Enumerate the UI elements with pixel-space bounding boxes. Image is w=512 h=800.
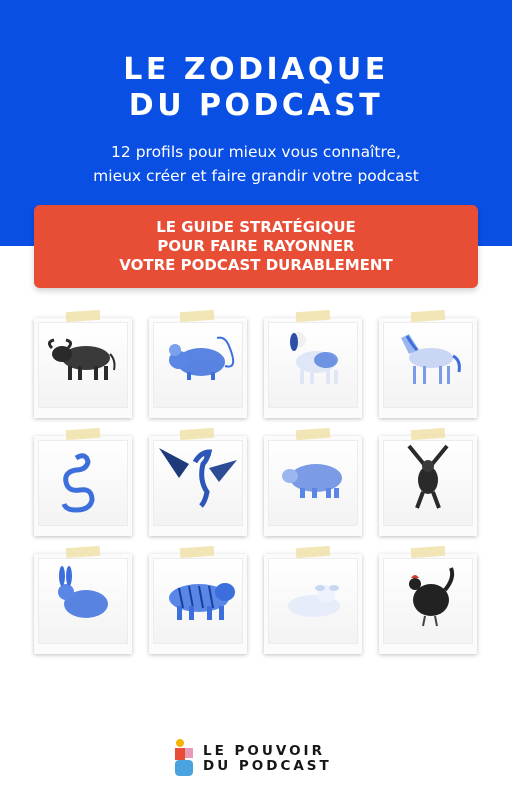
polaroid-card [149,554,247,654]
rabbit-icon [58,566,108,618]
polaroid-card [34,318,132,418]
title-line-1: LE ZODIAQUE [123,52,389,87]
polaroid-card [34,436,132,536]
banner-line-1: LE GUIDE STRATÉGIQUE [156,218,356,236]
horse-icon [401,334,461,384]
polaroid-card [264,318,362,418]
subtitle-line-2: mieux créer et faire grandir votre podca… [93,167,419,185]
polaroid-card [379,318,477,418]
podcast-logo-icon [175,739,193,776]
subtitle-line-1: 12 profils pour mieux vous connaître, [111,143,401,161]
rooster-icon [409,567,455,627]
monkey-icon [407,444,449,509]
title-line-2: DU PODCAST [128,88,384,123]
page-title: LE ZODIAQUE DU PODCAST [0,52,512,124]
polaroid-card [149,436,247,536]
guide-banner: LE GUIDE STRATÉGIQUE POUR FAIRE RAYONNER… [34,205,478,288]
logo-text: LE POUVOIR DU PODCAST [203,744,332,774]
polaroid-card [264,436,362,536]
polaroid-card [264,554,362,654]
polaroid-card [34,554,132,654]
pig-icon [282,464,342,498]
brand-logo: LE POUVOIR DU PODCAST [173,738,373,778]
tiger-icon [169,583,235,620]
dog-icon [290,332,338,384]
logo-line-2: DU PODCAST [203,758,332,774]
polaroid-card [149,318,247,418]
subtitle: 12 profils pour mieux vous connaître, mi… [0,140,512,188]
polaroid-card [379,554,477,654]
dragon-icon [159,448,237,508]
polaroid-card [379,436,477,536]
banner-line-2: POUR FAIRE RAYONNER [157,237,355,255]
rat-icon [169,336,235,380]
snake-icon [61,453,95,513]
logo-line-1: LE POUVOIR [203,743,325,759]
goat-icon [288,585,340,617]
banner-line-3: VOTRE PODCAST DURABLEMENT [119,256,393,274]
buffalo-icon [47,338,116,380]
